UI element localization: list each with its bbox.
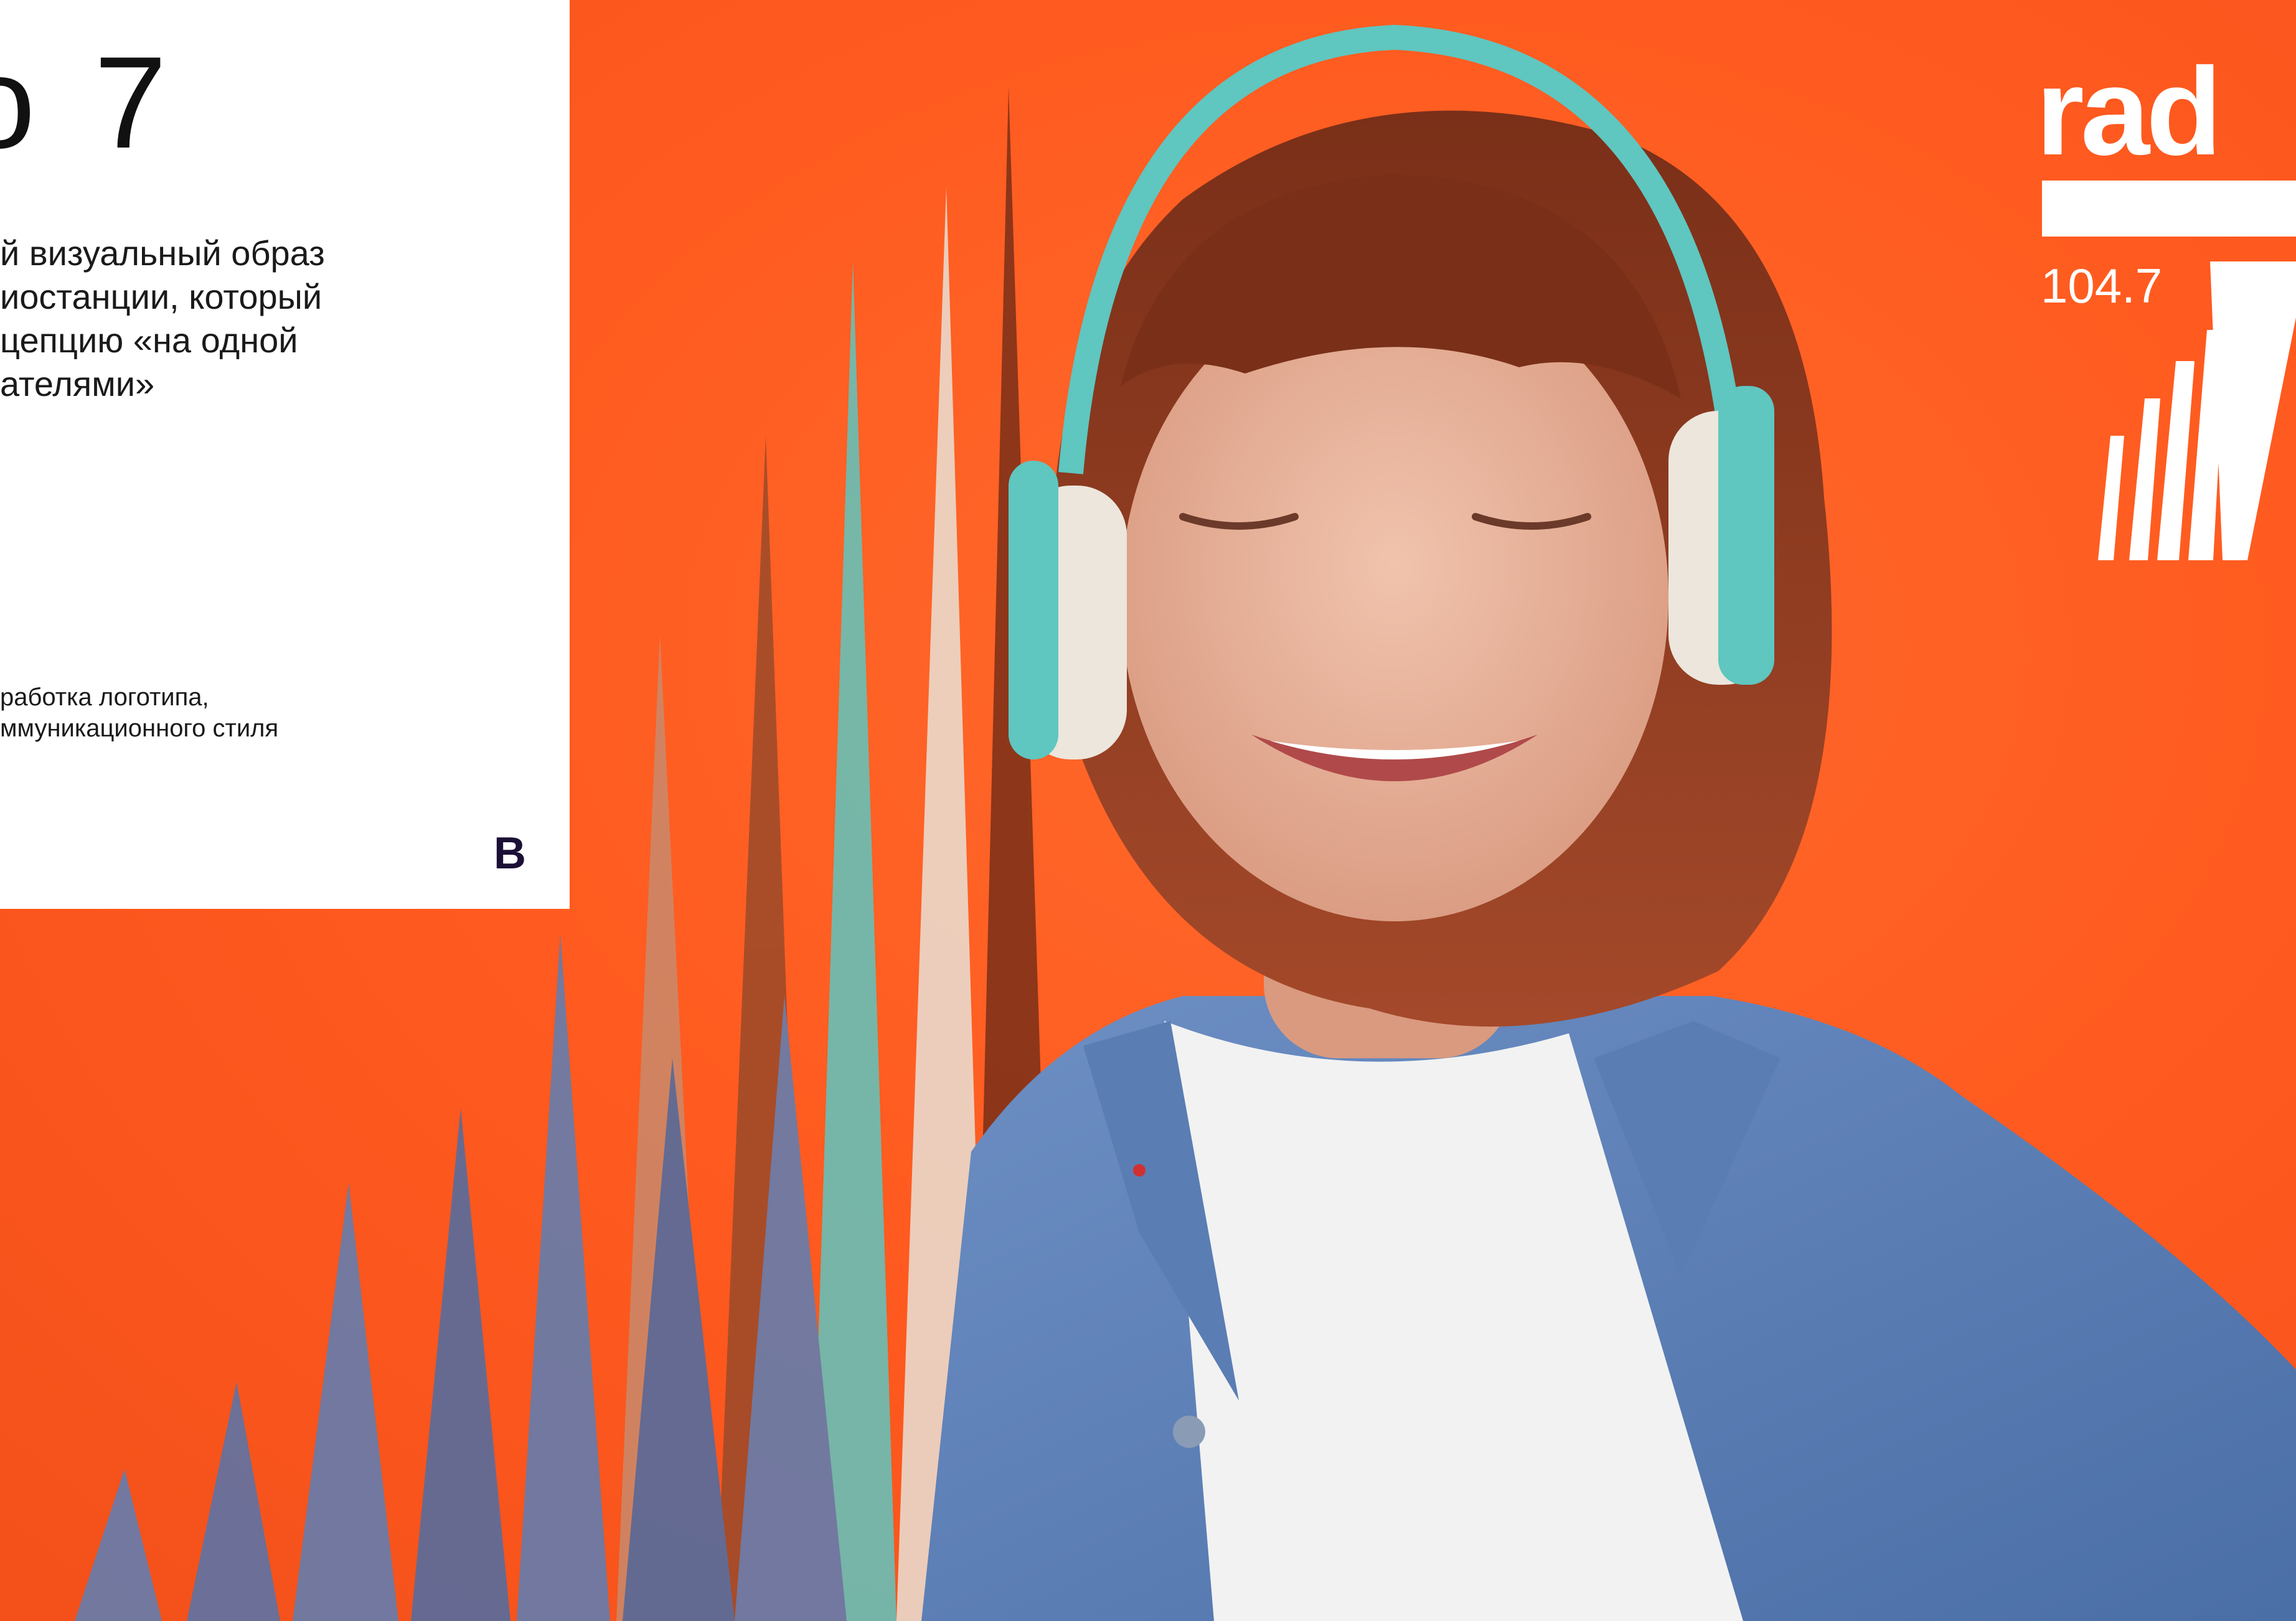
logo-seven-waveform-icon	[2098, 261, 2296, 560]
project-card: о 7 й визуальный образ иостанции, которы…	[0, 0, 570, 909]
services-line: работка логотипа,	[0, 684, 209, 711]
description-line: иостанции, который	[0, 277, 322, 316]
project-title: о 7	[0, 29, 178, 176]
studio-logo-mark[interactable]: B	[494, 831, 526, 876]
description-line: ателями»	[0, 364, 155, 403]
radio-logo: rad 104.7	[2036, 50, 2296, 573]
project-description: й визуальный образ иостанции, который це…	[0, 232, 436, 406]
project-services: работка логотипа, ммуникационного стиля	[0, 682, 386, 744]
face	[1121, 274, 1668, 921]
description-line: й визуальный образ	[0, 233, 325, 273]
services-line: ммуникационного стиля	[0, 715, 279, 742]
description-line: цепцию «на одной	[0, 321, 298, 360]
